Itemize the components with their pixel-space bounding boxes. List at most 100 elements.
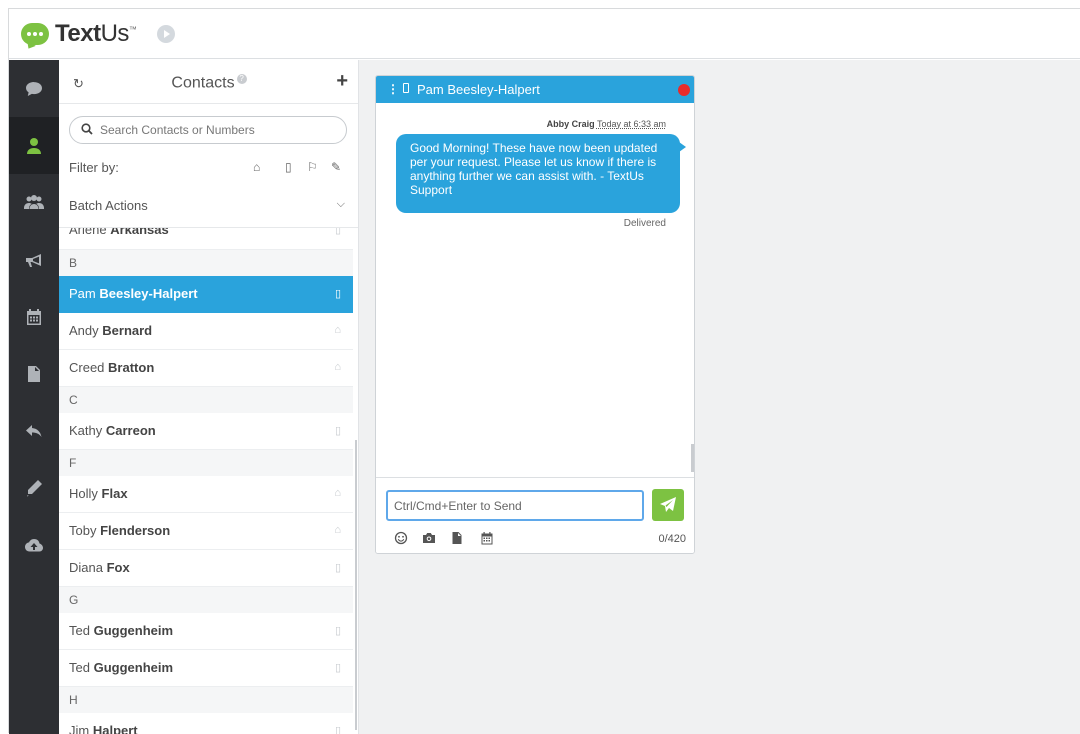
mobile-icon: ▯	[334, 228, 341, 236]
conversation-header[interactable]: ⋮ Pam Beesley-Halpert	[376, 76, 694, 103]
camera-icon	[423, 533, 435, 543]
home-icon: ⌂	[334, 361, 341, 373]
mobile-icon: ▯	[334, 662, 341, 674]
reply-icon	[26, 424, 42, 437]
home-icon: ⌂	[334, 487, 341, 499]
help-icon[interactable]: ?	[236, 74, 247, 84]
schedule-message-button[interactable]	[480, 531, 494, 545]
message-sender: Abby Craig	[546, 119, 595, 129]
search-box	[69, 116, 347, 144]
list-item[interactable]: Ted Guggenheim ▯	[59, 650, 353, 687]
list-item[interactable]: Andy Bernard ⌂	[59, 313, 353, 350]
conversation-title: Pam Beesley-Halpert	[417, 82, 540, 97]
contact-last-name: Carreon	[105, 423, 156, 438]
message-meta: Abby Craig Today at 6:33 am	[547, 119, 666, 129]
contact-last-name: Bratton	[108, 360, 155, 375]
rail-signature-button[interactable]	[9, 459, 59, 516]
home-filter-icon[interactable]: ⌂	[253, 160, 260, 174]
contacts-header: ↻ Contacts? +	[59, 60, 358, 104]
insert-template-button[interactable]	[450, 531, 464, 545]
contact-list-scrollbar[interactable]	[355, 440, 357, 730]
home-icon: ⌂	[334, 324, 341, 336]
rail-broadcast-button[interactable]	[9, 231, 59, 288]
contact-first-name: Jim	[69, 723, 90, 734]
megaphone-icon	[26, 253, 41, 267]
add-contact-icon[interactable]: +	[336, 70, 348, 93]
attach-image-button[interactable]	[422, 531, 436, 545]
edit-filter-icon[interactable]: ✎	[331, 160, 341, 174]
calendar-icon	[27, 308, 41, 325]
list-item[interactable]: Creed Bratton ⌂	[59, 350, 353, 387]
home-icon: ⌂	[334, 524, 341, 536]
calendar-icon	[481, 532, 493, 545]
rail-templates-button[interactable]	[9, 345, 59, 402]
send-button[interactable]	[652, 489, 684, 521]
main-area: ⋮ Pam Beesley-Halpert Abby Craig Today a…	[359, 60, 1080, 734]
cloud-upload-icon	[25, 538, 43, 551]
list-item[interactable]: Toby Flenderson ⌂	[59, 513, 353, 550]
section-header: H	[59, 687, 353, 713]
message-text: Good Morning! These have now been update…	[410, 141, 658, 197]
search-input[interactable]	[100, 121, 340, 139]
rail-chat-button[interactable]	[9, 60, 59, 117]
thread-scrollbar[interactable]	[691, 444, 694, 472]
mobile-icon: ▯	[334, 562, 341, 574]
delivery-status: Delivered	[623, 218, 666, 229]
section-header: F	[59, 450, 353, 476]
contact-first-name: Kathy	[69, 423, 103, 438]
contact-first-name: Arlene	[69, 228, 107, 237]
contact-first-name: Toby	[69, 523, 97, 538]
list-item[interactable]: Holly Flax ⌂	[59, 476, 353, 513]
filter-label: Filter by:	[69, 160, 119, 175]
section-header: C	[59, 387, 353, 413]
close-conversation-button[interactable]	[678, 84, 690, 96]
rail-groups-button[interactable]	[9, 174, 59, 231]
mobile-filter-icon[interactable]: ▯	[285, 160, 292, 174]
list-item[interactable]: Arlene Arkansas ▯	[59, 228, 353, 250]
contact-last-name: Halpert	[92, 723, 138, 734]
document-icon	[28, 365, 40, 382]
character-count: 0/420	[658, 533, 686, 545]
batch-actions-dropdown[interactable]: Batch Actions ⌵	[59, 192, 358, 228]
rail-import-button[interactable]	[9, 516, 59, 573]
group-icon	[24, 194, 44, 209]
list-item[interactable]: Diana Fox ▯	[59, 550, 353, 587]
contact-first-name: Ted	[69, 660, 90, 675]
contact-first-name: Andy	[69, 323, 99, 338]
mobile-icon: ▯	[334, 625, 341, 637]
play-icon[interactable]	[157, 25, 175, 43]
contact-last-name: Guggenheim	[93, 623, 174, 638]
section-header: B	[59, 250, 353, 276]
conversation-window: ⋮ Pam Beesley-Halpert Abby Craig Today a…	[375, 75, 695, 554]
rail-replies-button[interactable]	[9, 402, 59, 459]
emoji-button[interactable]	[394, 531, 408, 545]
flag-filter-icon[interactable]: ⚐	[307, 160, 318, 174]
contacts-panel: ↻ Contacts? + Filter by: ⌂ ▯ ⚐ ✎ Batch A…	[59, 60, 359, 734]
mobile-icon: ▯	[334, 288, 341, 300]
contact-first-name: Diana	[69, 560, 103, 575]
message-thread: Abby Craig Today at 6:33 am Good Morning…	[376, 103, 694, 477]
pencil-icon	[27, 479, 42, 496]
filter-row: Filter by: ⌂ ▯ ⚐ ✎	[59, 156, 358, 182]
search-icon	[81, 123, 93, 135]
list-item[interactable]: Pam Beesley-Halpert ▯	[59, 276, 353, 313]
kebab-menu-icon[interactable]: ⋮	[387, 82, 399, 96]
logo-chat-bubble-icon	[21, 23, 49, 45]
list-item[interactable]: Kathy Carreon ▯	[59, 413, 353, 450]
list-item[interactable]: Ted Guggenheim ▯	[59, 613, 353, 650]
rail-schedule-button[interactable]	[9, 288, 59, 345]
list-item[interactable]: Jim Halpert ▯	[59, 713, 353, 734]
rail-contacts-button[interactable]	[9, 117, 59, 174]
mobile-icon	[403, 83, 409, 93]
message-input[interactable]	[386, 490, 644, 521]
contacts-title: Contacts?	[59, 74, 358, 92]
chevron-down-icon: ⌵	[336, 198, 345, 210]
smiley-icon	[394, 531, 408, 545]
contact-last-name: Beesley-Halpert	[99, 286, 198, 301]
contact-last-name: Bernard	[102, 323, 153, 338]
chat-icon	[26, 81, 42, 96]
paper-plane-icon	[660, 497, 676, 512]
contact-last-name: Flenderson	[100, 523, 171, 538]
message-timestamp[interactable]: Today at 6:33 am	[597, 119, 666, 129]
logo-wordmark[interactable]: TextUs™	[55, 20, 137, 48]
